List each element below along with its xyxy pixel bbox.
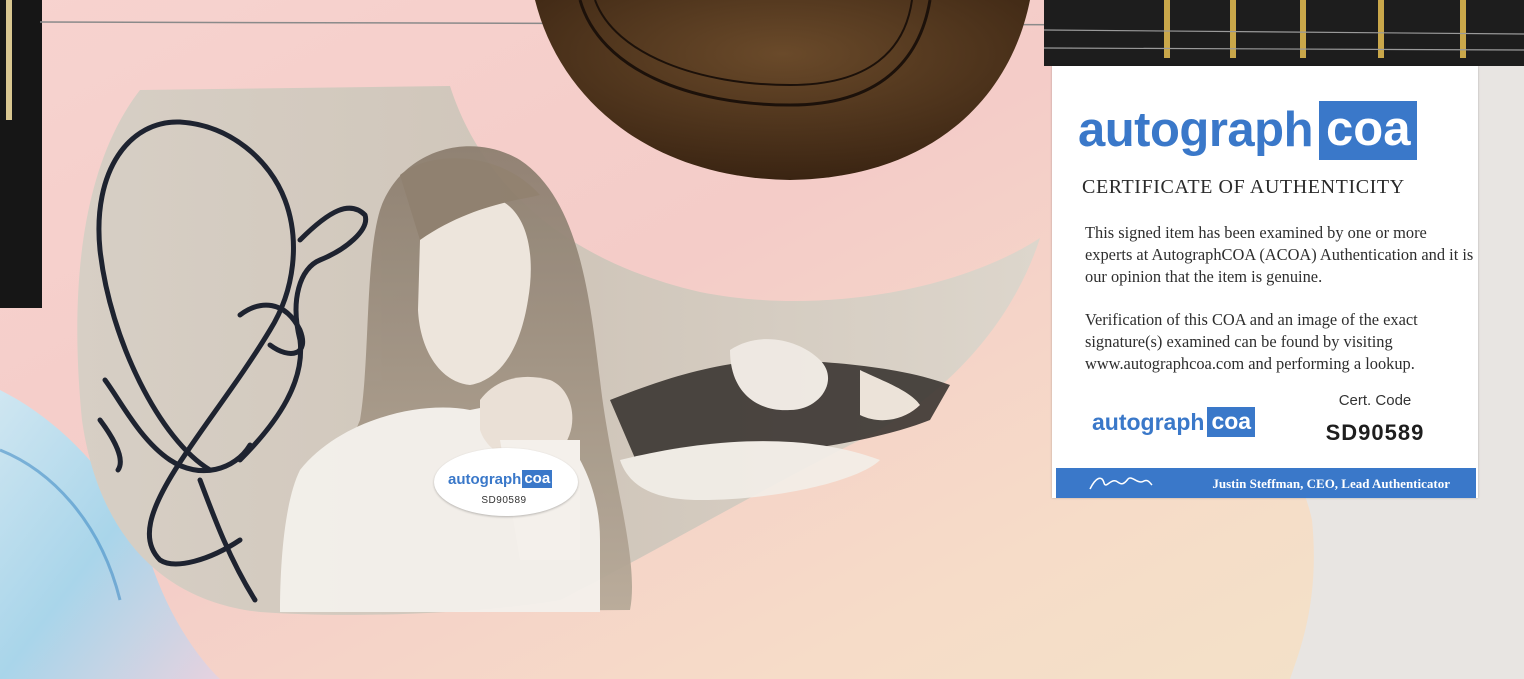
coa-small-logo: autograph coa: [1092, 407, 1256, 437]
coa-title: CERTIFICATE OF AUTHENTICITY: [1082, 176, 1405, 198]
coa-paragraph-2: Verification of this COA and an image of…: [1085, 310, 1418, 373]
coa-footer-text: Justin Steffman, CEO, Lead Authenticator: [1212, 476, 1450, 491]
sticker-brand-word: autograph: [448, 470, 522, 488]
certificate-of-authenticity-card: autograph coa CERTIFICATE OF AUTHENTICIT…: [1052, 66, 1478, 498]
sticker-logo: autograph coa: [448, 470, 553, 488]
cert-code-label: Cert. Code: [1338, 392, 1412, 409]
coa-brand-box: coa: [1319, 100, 1418, 160]
coa-small-brand-box: coa: [1207, 407, 1256, 437]
coa-small-brand-word: autograph: [1092, 408, 1205, 435]
coa-logo: autograph coa: [1078, 100, 1418, 160]
sticker-code: SD90589: [481, 495, 527, 506]
coa-paragraph-1: This signed item has been examined by on…: [1085, 223, 1474, 286]
authentication-sticker: autograph coa SD90589: [434, 448, 578, 516]
coa-brand-word: autograph: [1078, 102, 1314, 157]
ceo-signature: [1089, 477, 1153, 490]
sticker-brand-box: coa: [522, 470, 553, 488]
coa-footer-bar: Justin Steffman, CEO, Lead Authenticator: [1056, 468, 1476, 498]
cert-code-value: SD90589: [1325, 420, 1425, 445]
